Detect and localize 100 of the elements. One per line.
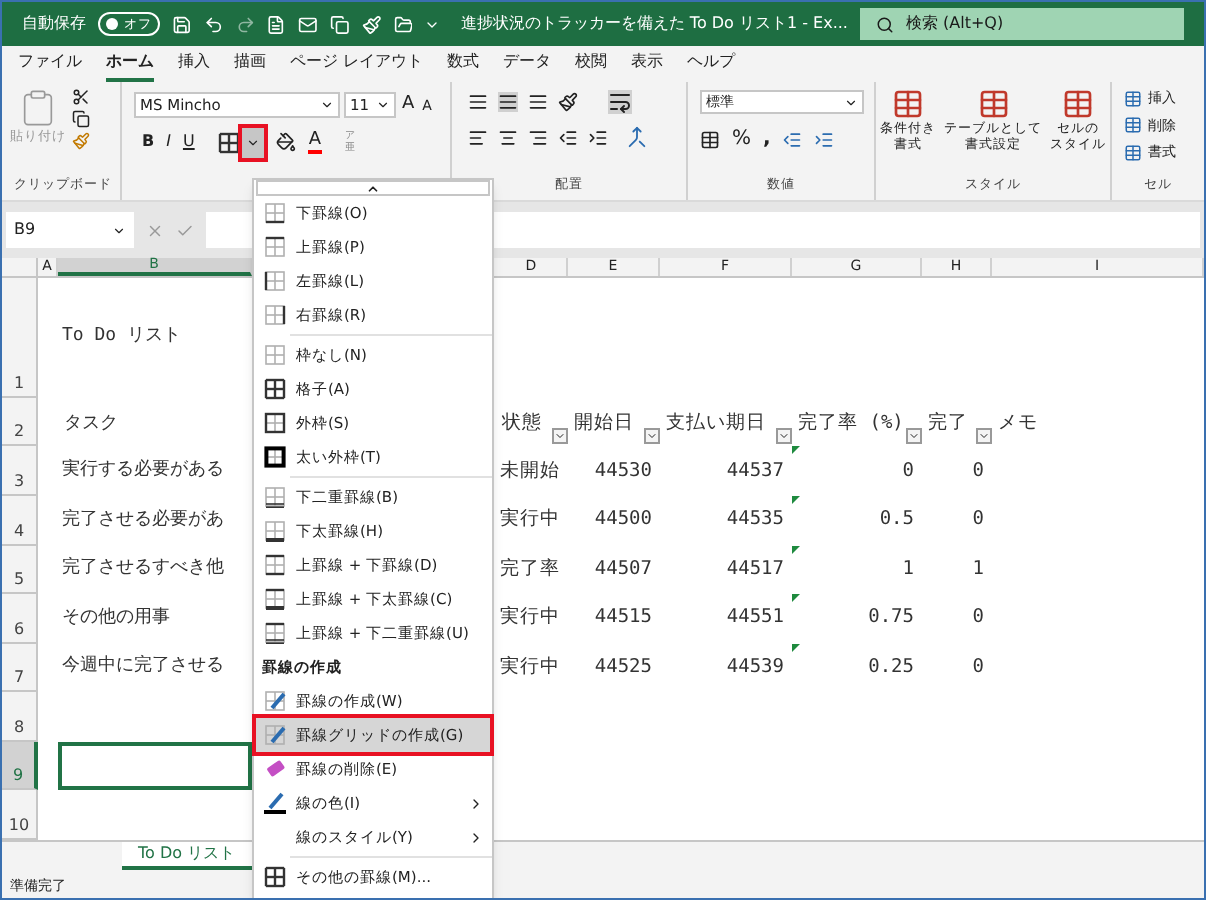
- cell-text: 0.25: [868, 653, 914, 682]
- cell-text: To Do リスト: [62, 324, 182, 351]
- cell-text: 状態: [502, 410, 542, 439]
- row-header[interactable]: 7: [2, 643, 38, 693]
- caret-down-icon: [112, 223, 126, 237]
- cell-text: 0: [972, 506, 984, 535]
- percent-button[interactable]: %: [732, 124, 752, 154]
- cell-text: 44515: [594, 604, 652, 633]
- ribbon-tab[interactable]: 校閲: [575, 50, 608, 82]
- save-icon[interactable]: [172, 13, 192, 35]
- copy-icon[interactable]: [72, 110, 90, 128]
- row-header[interactable]: 10: [2, 790, 38, 840]
- row-header[interactable]: 6: [2, 594, 38, 644]
- filter-button[interactable]: [976, 428, 992, 445]
- row-header[interactable]: 9: [2, 741, 38, 791]
- ribbon-tab[interactable]: 表示: [631, 50, 664, 82]
- row-header[interactable]: 1: [2, 278, 38, 398]
- filter-button[interactable]: [644, 428, 660, 445]
- table-icon: [1124, 89, 1142, 108]
- italic-button[interactable]: I: [166, 130, 171, 154]
- cell-text: 44525: [594, 653, 652, 682]
- ribbon-tab[interactable]: 数式: [447, 50, 480, 82]
- ribbon-tab[interactable]: 描画: [234, 50, 266, 82]
- cell-text: 完了させるすべき他: [62, 556, 224, 583]
- align-top-icon[interactable]: [468, 92, 488, 112]
- cell-text: 未開始: [500, 457, 560, 486]
- table-icon: [1124, 143, 1142, 162]
- row-header[interactable]: 3: [2, 446, 38, 497]
- cell-text: 0: [972, 604, 984, 633]
- ribbon-tab[interactable]: 挿入: [178, 50, 210, 82]
- document-icon[interactable]: [266, 13, 287, 35]
- name-box[interactable]: B9: [6, 212, 134, 248]
- merge-icon[interactable]: [626, 126, 648, 148]
- cell-text: 0: [902, 457, 914, 486]
- cell-text: 実行する必要がある: [62, 458, 224, 485]
- folder-icon[interactable]: [393, 13, 413, 35]
- ribbon-tab[interactable]: ページ レイアウト: [290, 50, 424, 82]
- cell-text: 今週中に完了させる: [62, 654, 224, 681]
- sheet-tab[interactable]: To Do リスト: [122, 842, 252, 870]
- bold-button[interactable]: B: [142, 130, 155, 154]
- caret-down-icon: [646, 430, 658, 443]
- brush-icon[interactable]: [361, 13, 382, 35]
- clipboard-icon: [18, 88, 58, 128]
- ribbon-tab[interactable]: データ: [503, 50, 552, 82]
- cell-text: 完了させる必要があ: [62, 507, 224, 534]
- window-title: 進捗状況のトラッカーを備えた To Do リスト1 - Ex...: [460, 12, 848, 36]
- ribbon-tab[interactable]: ヘルプ: [687, 50, 736, 82]
- cell-text: 44517: [726, 555, 784, 584]
- cell-text: 0: [972, 457, 984, 486]
- caret-down-icon: [320, 98, 334, 113]
- selected-cell[interactable]: [58, 741, 252, 791]
- filter-button[interactable]: [552, 428, 568, 445]
- font-color-button[interactable]: A: [308, 130, 321, 154]
- cell-text: 44535: [726, 506, 784, 535]
- decimal-decrease-icon[interactable]: [814, 129, 835, 149]
- cell-text: 開始日: [574, 410, 634, 439]
- table-icon: [1062, 88, 1094, 120]
- align-center-icon[interactable]: [498, 127, 518, 147]
- cell-text: 完了率: [500, 555, 560, 584]
- ribbon-tab[interactable]: ファイル: [18, 50, 82, 82]
- undo-icon[interactable]: [203, 13, 224, 35]
- align-right-icon[interactable]: [528, 127, 548, 147]
- caret-down-icon: [246, 135, 261, 149]
- cell-text: 実行中: [500, 506, 560, 535]
- cell-text: 1: [972, 555, 984, 584]
- cell-text: 1: [902, 555, 914, 584]
- cell-text: 実行中: [500, 604, 560, 633]
- row-header[interactable]: 2: [2, 397, 38, 447]
- align-middle-icon[interactable]: [498, 92, 518, 112]
- caret-down-icon: [778, 430, 790, 443]
- cell-text: 支払い期日: [666, 410, 766, 439]
- wrap-text-icon[interactable]: [608, 90, 632, 114]
- search-field[interactable]: 検索 (Alt+Q): [859, 8, 1185, 40]
- indent-decrease-icon[interactable]: [558, 127, 578, 147]
- row-header[interactable]: 8: [2, 692, 38, 742]
- filter-button[interactable]: [776, 428, 792, 445]
- caret-down-icon: [908, 430, 920, 443]
- indent-increase-icon[interactable]: [588, 127, 608, 147]
- copy-icon[interactable]: [329, 13, 350, 35]
- mail-icon[interactable]: [298, 13, 318, 35]
- underline-button[interactable]: U: [182, 130, 195, 154]
- cut-icon[interactable]: [72, 88, 90, 106]
- row-header[interactable]: 4: [2, 496, 38, 546]
- comma-button[interactable]: ,: [763, 124, 771, 154]
- fill-color-icon[interactable]: [276, 132, 297, 152]
- decimal-increase-icon[interactable]: [782, 129, 803, 149]
- table-icon: [977, 88, 1009, 120]
- caret-down-icon: [554, 430, 566, 443]
- grow-font-button[interactable]: A: [400, 92, 417, 119]
- align-bottom-icon[interactable]: [528, 92, 548, 112]
- cell-text: 44537: [726, 457, 784, 486]
- cell-text: 完了: [928, 410, 968, 439]
- row-header[interactable]: 5: [2, 545, 38, 595]
- caret-up-icon: [366, 181, 380, 195]
- cell-text: 44507: [594, 555, 652, 584]
- filter-button[interactable]: [906, 428, 922, 445]
- borders-dropdown-button[interactable]: [242, 127, 265, 157]
- align-left-icon[interactable]: [468, 127, 488, 147]
- cell-text: メモ: [998, 410, 1038, 439]
- cell-text: タスク: [64, 411, 118, 438]
